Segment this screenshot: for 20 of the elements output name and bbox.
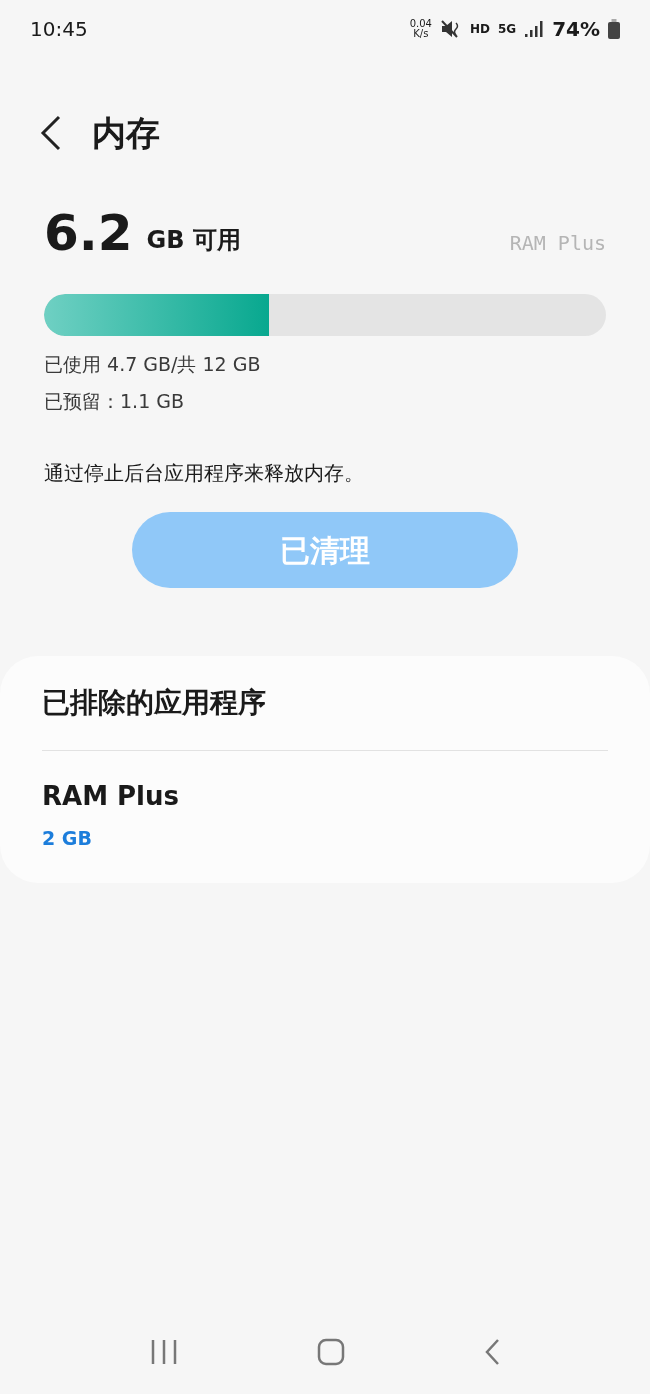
hd-label: HD <box>469 21 490 38</box>
hint-text: 通过停止后台应用程序来释放内存。 <box>44 460 365 487</box>
app-memory-size: 2 GB <box>42 826 93 851</box>
app-name: RAM Plus <box>42 780 181 813</box>
recents-icon[interactable] <box>149 1339 178 1365</box>
card-title: 已排除的应用程序 <box>42 682 608 751</box>
reserved-memory-text: 已预留：1.1 GB <box>44 389 185 414</box>
status-time: 10:45 <box>30 16 88 43</box>
battery-icon <box>608 19 620 39</box>
page-title: 内存 <box>92 111 160 155</box>
available-memory-unit: GB 可用 <box>146 225 241 256</box>
ram-plus-link[interactable]: RAM Plus <box>509 228 606 258</box>
available-memory-value: 6.2 <box>44 208 133 258</box>
used-memory-text: 已使用 4.7 GB/共 12 GB <box>44 352 262 377</box>
signal-icon <box>524 20 545 38</box>
battery-percent: 74% <box>552 16 600 43</box>
home-icon[interactable] <box>317 1338 345 1366</box>
network-type: 5G <box>497 21 517 38</box>
network-speed: 0.04 K/s <box>409 18 432 40</box>
back-icon[interactable] <box>40 115 62 151</box>
